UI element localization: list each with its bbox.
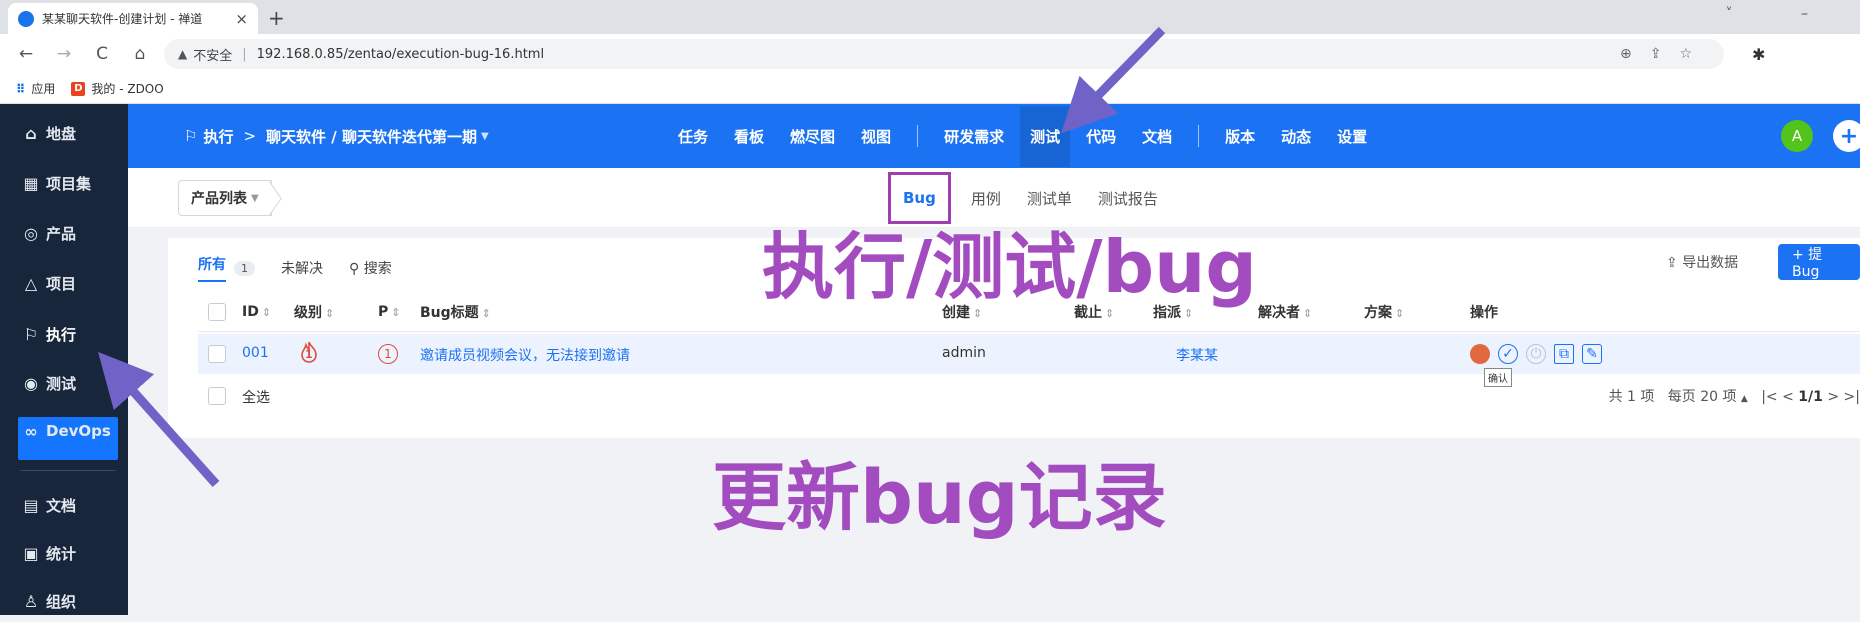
arrow-to-execution bbox=[98, 351, 220, 487]
arrow-to-test-nav bbox=[1061, 26, 1166, 134]
annotation-arrows bbox=[98, 26, 1166, 487]
